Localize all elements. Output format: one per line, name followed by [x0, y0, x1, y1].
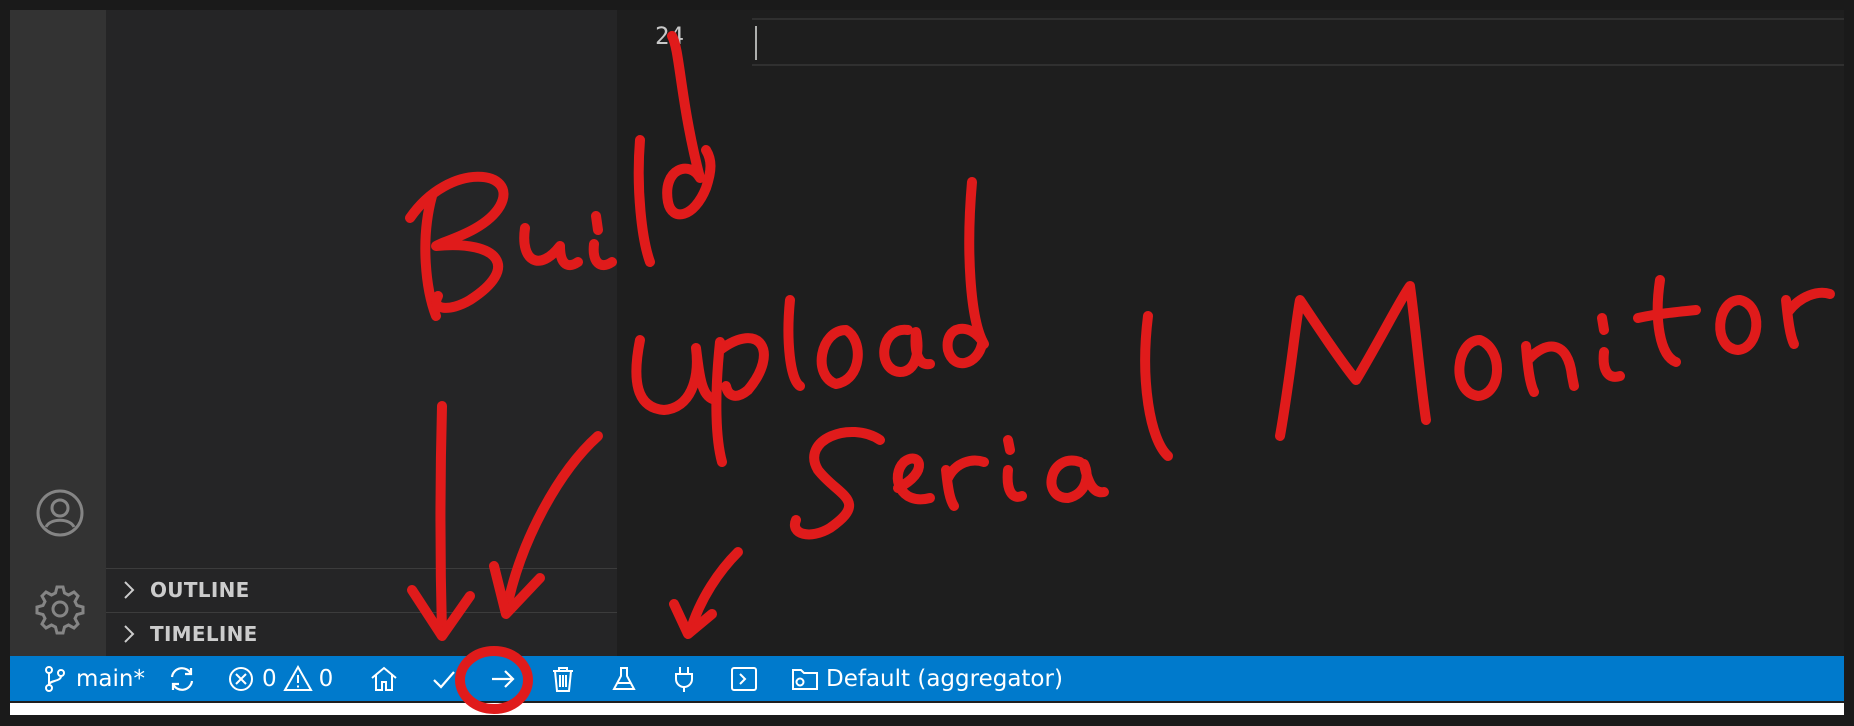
branch-name: main* — [76, 665, 145, 692]
error-count: 0 — [262, 665, 277, 692]
platformio-home-button[interactable] — [369, 656, 399, 701]
chevron-right-icon — [118, 623, 140, 645]
line-number: 24 — [655, 22, 684, 50]
outline-label: OUTLINE — [150, 578, 250, 602]
folder-settings-icon — [792, 668, 818, 690]
trash-icon — [553, 666, 573, 692]
bottom-strip — [10, 703, 1844, 715]
warning-count: 0 — [318, 665, 334, 692]
timeline-panel-header[interactable]: TIMELINE — [106, 612, 617, 655]
manage-gear-icon[interactable] — [34, 583, 86, 635]
build-button[interactable] — [429, 656, 459, 701]
status-bar: main* 0 0 Default (aggregator) — [10, 656, 1844, 701]
project-environment-selector[interactable]: Default (aggregator) — [790, 656, 1063, 701]
project-environment-label: Default (aggregator) — [826, 665, 1063, 692]
error-icon — [229, 666, 253, 691]
current-line-highlight — [752, 18, 1844, 66]
problems-status[interactable]: 0 0 — [226, 656, 333, 701]
warning-icon — [282, 664, 313, 691]
home-icon — [371, 666, 397, 691]
clean-button[interactable] — [548, 656, 578, 701]
plug-icon — [675, 666, 693, 692]
terminal-button[interactable] — [729, 656, 759, 701]
timeline-label: TIMELINE — [150, 622, 258, 646]
serial-monitor-button[interactable] — [669, 656, 699, 701]
account-icon[interactable] — [34, 487, 86, 539]
outline-panel-header[interactable]: OUTLINE — [106, 568, 617, 611]
git-branch-icon — [45, 665, 65, 692]
branch-status[interactable]: main* — [40, 656, 145, 701]
sync-icon — [170, 666, 194, 691]
activity-bar — [10, 10, 106, 656]
flask-icon — [612, 666, 636, 690]
test-button[interactable] — [609, 656, 639, 701]
sync-button[interactable] — [167, 656, 197, 701]
arrow-right-icon — [492, 669, 515, 688]
terminal-icon — [731, 666, 757, 691]
text-cursor — [755, 26, 757, 60]
editor-area[interactable]: 24 — [617, 10, 1844, 656]
chevron-right-icon — [118, 579, 140, 601]
check-icon — [433, 670, 455, 689]
upload-button[interactable] — [488, 656, 518, 701]
sidebar: OUTLINE TIMELINE — [106, 10, 617, 656]
